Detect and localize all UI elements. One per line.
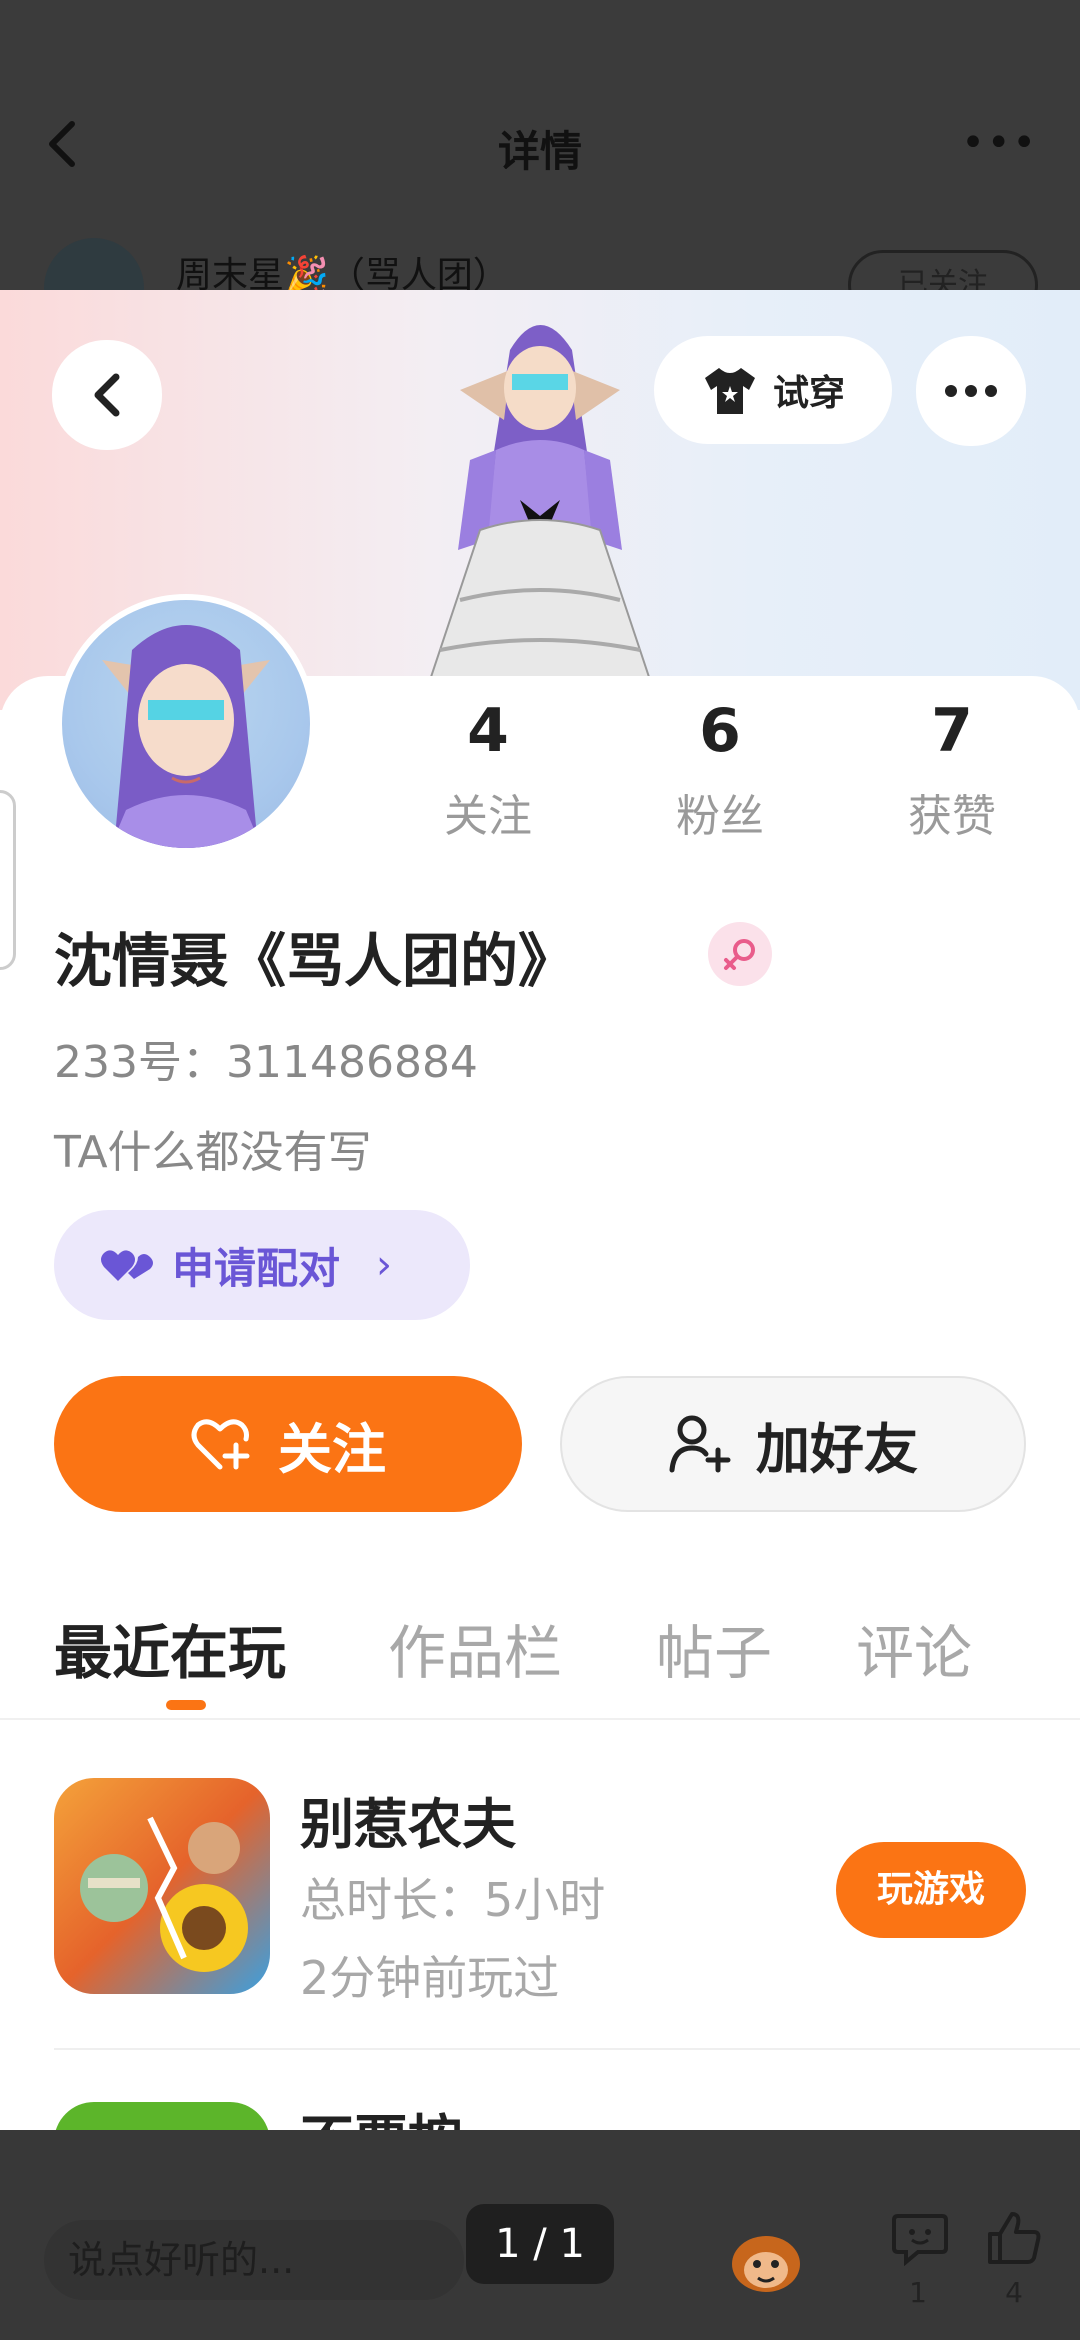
more-options-button[interactable]	[916, 336, 1026, 446]
second-game-icon[interactable]	[54, 2102, 270, 2130]
stat-fans-label: 粉丝	[676, 791, 764, 842]
page-indicator: 1 / 1	[466, 2204, 614, 2284]
game-duration: 总时长：5小时	[300, 1873, 606, 1927]
game-name-2[interactable]: 不要按	[300, 2096, 462, 2130]
avatar-image	[102, 625, 270, 848]
like-count: 4	[1005, 2276, 1023, 2309]
stat-fans[interactable]: 6 粉丝	[620, 696, 820, 844]
avatar-figure	[418, 325, 662, 710]
comment-count: 1	[909, 2276, 927, 2309]
tabs-divider	[0, 1718, 1080, 1720]
row-divider	[54, 2048, 1080, 2050]
follow-button[interactable]: 关注	[54, 1376, 522, 1512]
comment-icon[interactable]	[890, 2210, 950, 2266]
stat-likes-label: 获赞	[908, 791, 996, 842]
female-icon	[708, 922, 772, 986]
monkey-emoji-icon[interactable]	[724, 2226, 808, 2296]
follow-label: 关注	[278, 1417, 386, 1481]
stat-following-value: 4	[467, 696, 509, 766]
game-last-played: 2分钟前玩过	[300, 1951, 560, 2005]
add-friend-label: 加好友	[756, 1417, 918, 1481]
bottom-bar: 说点好听的... 1 / 1 1 4	[0, 2130, 1080, 2340]
game-name[interactable]: 别惹农夫	[300, 1780, 516, 1859]
active-tab-indicator	[166, 1700, 206, 1710]
user-id: 233号：311486884	[54, 1037, 478, 1088]
tab-posts[interactable]: 帖子	[656, 1606, 772, 1690]
like-icon[interactable]	[984, 2210, 1044, 2266]
double-heart-icon	[101, 1250, 153, 1281]
nickname: 沈情聂《骂人团的》	[54, 927, 577, 995]
add-user-icon	[669, 1415, 731, 1473]
stat-fans-value: 6	[699, 696, 741, 766]
farmer-game-icon[interactable]	[54, 1778, 270, 1994]
tab-recently-played[interactable]: 最近在玩	[54, 1606, 286, 1690]
profile-sheet: 试穿 4 关注 6 粉丝 7 获赞 沈情聂《骂人团的》 233号：3114868…	[0, 290, 1080, 2130]
try-on-button[interactable]: 试穿	[654, 336, 892, 444]
back-button[interactable]	[52, 340, 162, 450]
comment-input[interactable]: 说点好听的...	[44, 2220, 464, 2300]
more-icon[interactable]: •••	[961, 120, 1038, 166]
play-game-button[interactable]: 玩游戏	[836, 1842, 1026, 1938]
stat-following-label: 关注	[444, 791, 532, 842]
chevron-left-icon	[94, 373, 120, 417]
try-on-label: 试穿	[772, 373, 845, 414]
tshirt-icon	[704, 368, 755, 414]
request-pair-button[interactable]: 申请配对 ›	[54, 1210, 470, 1320]
more-dots-icon	[945, 385, 997, 397]
chevron-right-icon: ›	[376, 1242, 393, 1288]
stat-following[interactable]: 4 关注	[388, 696, 588, 844]
side-drawer-handle[interactable]	[0, 790, 16, 970]
user-bio: TA什么都没有写	[54, 1127, 372, 1178]
page-title: 详情	[497, 127, 582, 176]
heart-plus-icon	[191, 1419, 250, 1470]
tab-works[interactable]: 作品栏	[388, 1606, 562, 1690]
background-header: 详情 ••• 周末星🎉（骂人团） 已关注	[0, 0, 1080, 338]
stat-likes[interactable]: 7 获赞	[852, 696, 1052, 844]
stat-likes-value: 7	[931, 696, 973, 766]
add-friend-button[interactable]: 加好友	[560, 1376, 1026, 1512]
request-pair-label: 申请配对	[172, 1243, 341, 1293]
avatar[interactable]	[56, 594, 316, 854]
tab-comments[interactable]: 评论	[856, 1606, 972, 1690]
